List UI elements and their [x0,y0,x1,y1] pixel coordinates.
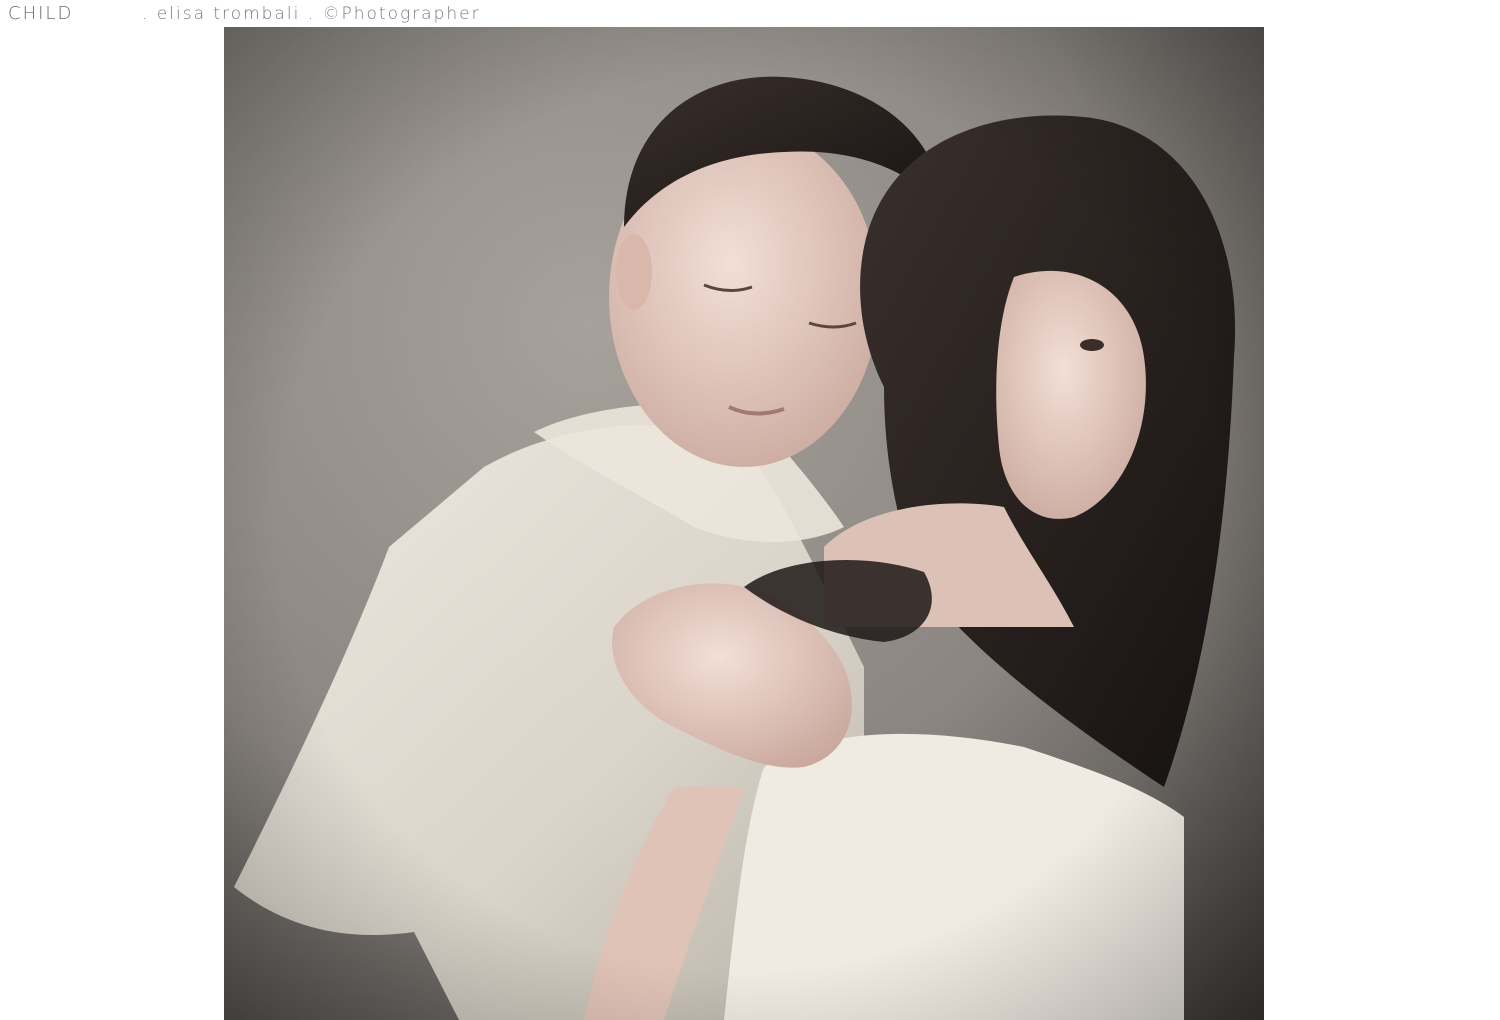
photo-illustration [224,27,1264,1020]
photo-vignette [224,27,1264,1020]
main-photograph[interactable] [224,27,1264,1020]
header: CHILD . elisa trombali . ©Photographer [0,0,1500,28]
section-title-link[interactable]: CHILD [8,3,73,24]
photographer-credit: . elisa trombali . ©Photographer [142,4,481,24]
